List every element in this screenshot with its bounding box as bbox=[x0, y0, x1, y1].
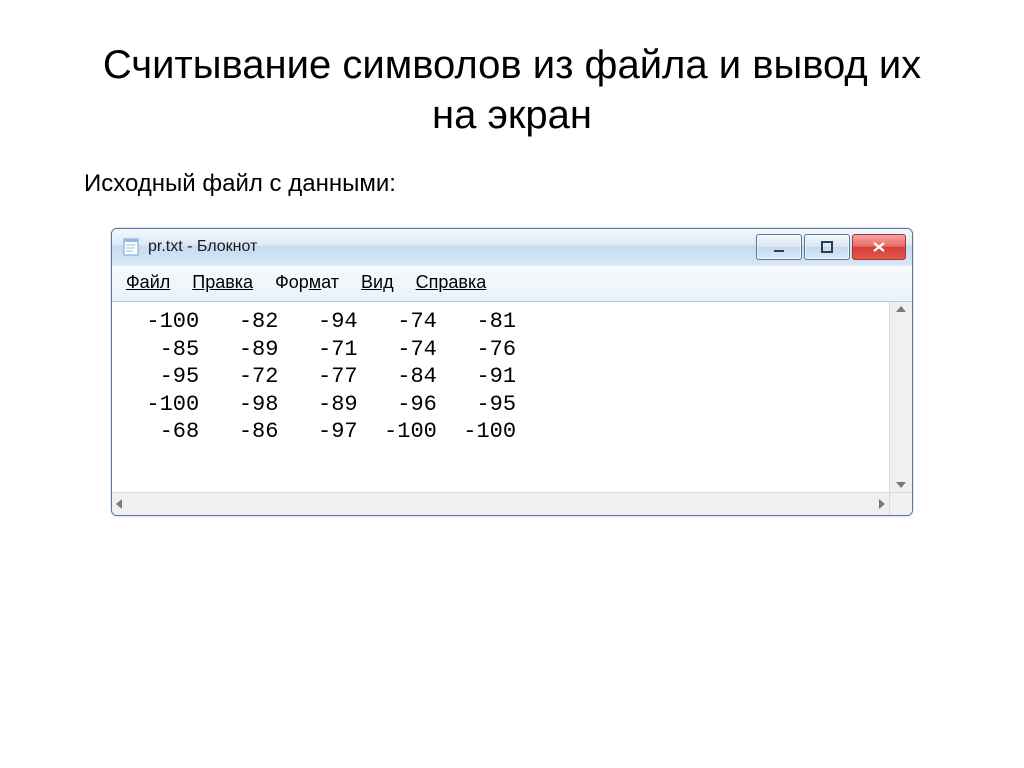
close-button[interactable] bbox=[852, 234, 906, 260]
client-area: -100 -82 -94 -74 -81 -85 -89 -71 -74 -76… bbox=[112, 302, 912, 492]
window-buttons bbox=[754, 234, 906, 260]
vertical-scrollbar[interactable] bbox=[889, 302, 912, 492]
slide-subtitle: Исходный файл с данными: bbox=[84, 170, 944, 198]
menu-file[interactable]: Файл bbox=[126, 272, 170, 293]
window-title: pr.txt - Блокнот bbox=[148, 238, 257, 256]
scroll-right-icon[interactable] bbox=[879, 499, 885, 509]
slide-title: Считывание символов из файла и вывод их … bbox=[80, 40, 944, 140]
menubar: Файл Правка Формат Вид Справка bbox=[112, 265, 912, 302]
scroll-down-icon[interactable] bbox=[896, 482, 906, 488]
menu-view[interactable]: Вид bbox=[361, 272, 394, 293]
text-content[interactable]: -100 -82 -94 -74 -81 -85 -89 -71 -74 -76… bbox=[112, 302, 889, 492]
scroll-left-icon[interactable] bbox=[116, 499, 122, 509]
scrollbar-corner bbox=[889, 492, 912, 515]
scroll-up-icon[interactable] bbox=[896, 306, 906, 312]
menu-edit[interactable]: Правка bbox=[192, 272, 253, 293]
horizontal-scrollbar[interactable] bbox=[112, 492, 889, 515]
menu-help[interactable]: Справка bbox=[416, 272, 487, 293]
notepad-window: pr.txt - Блокнот Файл Правка bbox=[111, 228, 913, 516]
notepad-icon bbox=[122, 238, 140, 256]
titlebar[interactable]: pr.txt - Блокнот bbox=[112, 229, 912, 265]
menu-format[interactable]: Формат bbox=[275, 272, 339, 293]
maximize-button[interactable] bbox=[804, 234, 850, 260]
minimize-button[interactable] bbox=[756, 234, 802, 260]
